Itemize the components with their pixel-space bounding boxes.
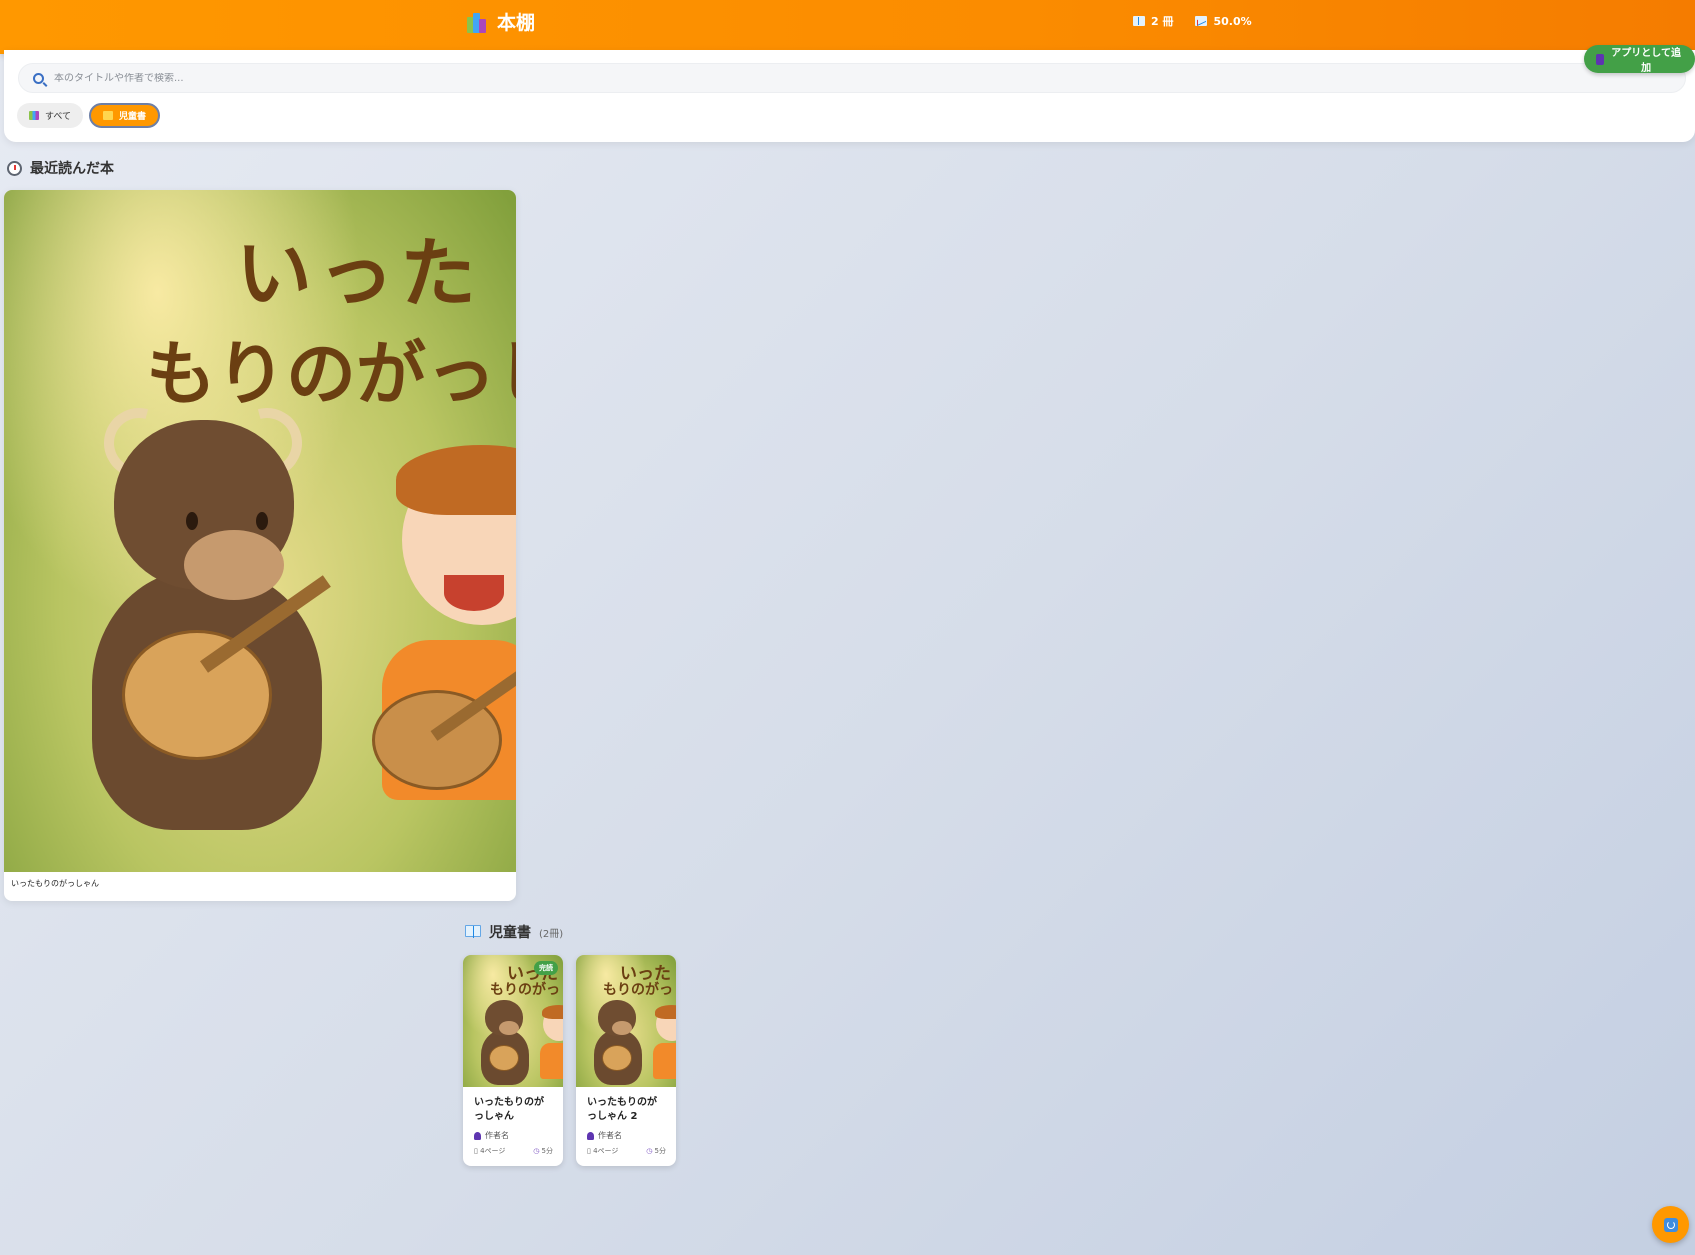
book-cover: いった もりのがっし bbox=[4, 190, 516, 872]
bull-snout bbox=[499, 1021, 519, 1035]
filter-chip-childrens[interactable]: 児童書 bbox=[89, 103, 161, 128]
read-time-value: 5分 bbox=[654, 1147, 666, 1155]
filter-chip-label: すべて bbox=[45, 112, 72, 122]
app-logo[interactable]: 本棚 bbox=[467, 8, 535, 35]
bull-ukulele bbox=[122, 630, 272, 760]
boy-shirt bbox=[653, 1043, 676, 1079]
app-title: 本棚 bbox=[497, 12, 536, 34]
cover-title-line2: もりのがっし bbox=[490, 982, 563, 998]
book-meta: ▯ 4ページ ◷ 5分 bbox=[474, 1146, 553, 1156]
author-name: 作者名 bbox=[598, 1131, 622, 1140]
bull-eye bbox=[256, 512, 268, 530]
book-author: 作者名 bbox=[587, 1130, 666, 1141]
bull-ukulele bbox=[602, 1045, 632, 1071]
category-count: (2冊) bbox=[539, 929, 564, 940]
book-icon bbox=[1133, 16, 1145, 26]
cover-title-line2: もりのがっし bbox=[146, 333, 516, 415]
boy-shirt bbox=[540, 1043, 563, 1079]
book-meta: ▯ 4ページ ◷ 5分 bbox=[587, 1146, 666, 1156]
timer-icon: ◷ bbox=[533, 1147, 542, 1155]
book-cover: いった もりのがっし bbox=[576, 955, 676, 1087]
category-name: 児童書 bbox=[489, 925, 531, 941]
boy-mouth bbox=[444, 575, 504, 611]
refresh-button[interactable] bbox=[1652, 1206, 1689, 1243]
progress-stat: 50.0% bbox=[1195, 13, 1252, 29]
progress-value: 50.0% bbox=[1213, 14, 1252, 28]
book-cover: いった もりのがっし 完読 bbox=[463, 955, 563, 1087]
bull-ukulele bbox=[489, 1045, 519, 1071]
read-time: ◷ 5分 bbox=[646, 1146, 666, 1156]
filter-chips: すべて 児童書 bbox=[17, 103, 161, 128]
category-header: 児童書 (2冊) bbox=[465, 922, 563, 942]
chart-icon bbox=[1195, 16, 1208, 26]
install-button-label: アプリとして追加 bbox=[1611, 48, 1681, 74]
person-icon bbox=[587, 1131, 594, 1140]
boy-hair bbox=[655, 1005, 676, 1019]
recent-section-header: 最近読んだ本 bbox=[7, 158, 114, 178]
read-time-value: 5分 bbox=[541, 1147, 553, 1155]
author-name: 作者名 bbox=[485, 1131, 509, 1140]
refresh-icon bbox=[1663, 1217, 1678, 1232]
book-title: いったもりのがっしゃん bbox=[474, 1097, 544, 1122]
header-stats: 2 冊 50.0% bbox=[1133, 13, 1252, 29]
search-panel: すべて 児童書 bbox=[4, 50, 1695, 142]
books-logo-icon bbox=[467, 11, 489, 33]
book-count-stat: 2 冊 bbox=[1133, 13, 1173, 29]
folder-icon bbox=[103, 111, 114, 120]
page-count-value: 4ページ bbox=[593, 1147, 619, 1155]
all-books-icon bbox=[29, 111, 39, 120]
book-count: 2 冊 bbox=[1151, 15, 1174, 28]
clock-icon bbox=[7, 160, 22, 176]
recent-book-card[interactable]: いった もりのがっし いったもりのがっしゃん bbox=[4, 190, 516, 901]
timer-icon: ◷ bbox=[646, 1147, 655, 1155]
book-card[interactable]: いった もりのがっし 完読 いったもりのがっしゃん 作者名 ▯ 4ページ ◷ 5… bbox=[463, 955, 563, 1166]
book-title: いったもりのがっしゃん 2 bbox=[587, 1097, 657, 1122]
app-header: 本棚 2 冊 50.0% bbox=[0, 0, 1695, 54]
bull-eye bbox=[186, 512, 198, 530]
read-time: ◷ 5分 bbox=[533, 1146, 553, 1156]
completed-badge: 完読 bbox=[534, 961, 558, 975]
book-author: 作者名 bbox=[474, 1130, 553, 1141]
search-input[interactable] bbox=[54, 72, 1654, 84]
cover-title-line1: いった bbox=[236, 229, 482, 318]
bull-snout bbox=[184, 530, 284, 600]
install-app-button[interactable]: アプリとして追加 bbox=[1584, 45, 1695, 74]
page-count-value: 4ページ bbox=[480, 1147, 506, 1155]
cover-title-line2: もりのがっし bbox=[603, 982, 676, 998]
search-bar[interactable] bbox=[18, 63, 1686, 93]
filter-chip-label: 児童書 bbox=[119, 112, 147, 122]
bull-snout bbox=[612, 1021, 632, 1035]
recent-heading: 最近読んだ本 bbox=[30, 161, 114, 177]
book-icon bbox=[465, 925, 481, 938]
book-info: いったもりのがっしゃん 作者名 ▯ 4ページ ◷ 5分 bbox=[463, 1087, 563, 1156]
search-icon bbox=[33, 72, 44, 84]
boy-hair bbox=[396, 445, 516, 515]
book-info: いったもりのがっしゃん 2 作者名 ▯ 4ページ ◷ 5分 bbox=[576, 1087, 676, 1156]
person-icon bbox=[474, 1131, 481, 1140]
page-count: ▯ 4ページ bbox=[587, 1146, 618, 1156]
book-card[interactable]: いった もりのがっし いったもりのがっしゃん 2 作者名 ▯ 4ページ ◷ 5分 bbox=[576, 955, 676, 1166]
recent-book-title: いったもりのがっしゃん bbox=[11, 879, 99, 888]
install-icon bbox=[1596, 53, 1605, 65]
filter-chip-all[interactable]: すべて bbox=[17, 103, 84, 128]
page-count: ▯ 4ページ bbox=[474, 1146, 505, 1156]
boy-hair bbox=[542, 1005, 563, 1019]
